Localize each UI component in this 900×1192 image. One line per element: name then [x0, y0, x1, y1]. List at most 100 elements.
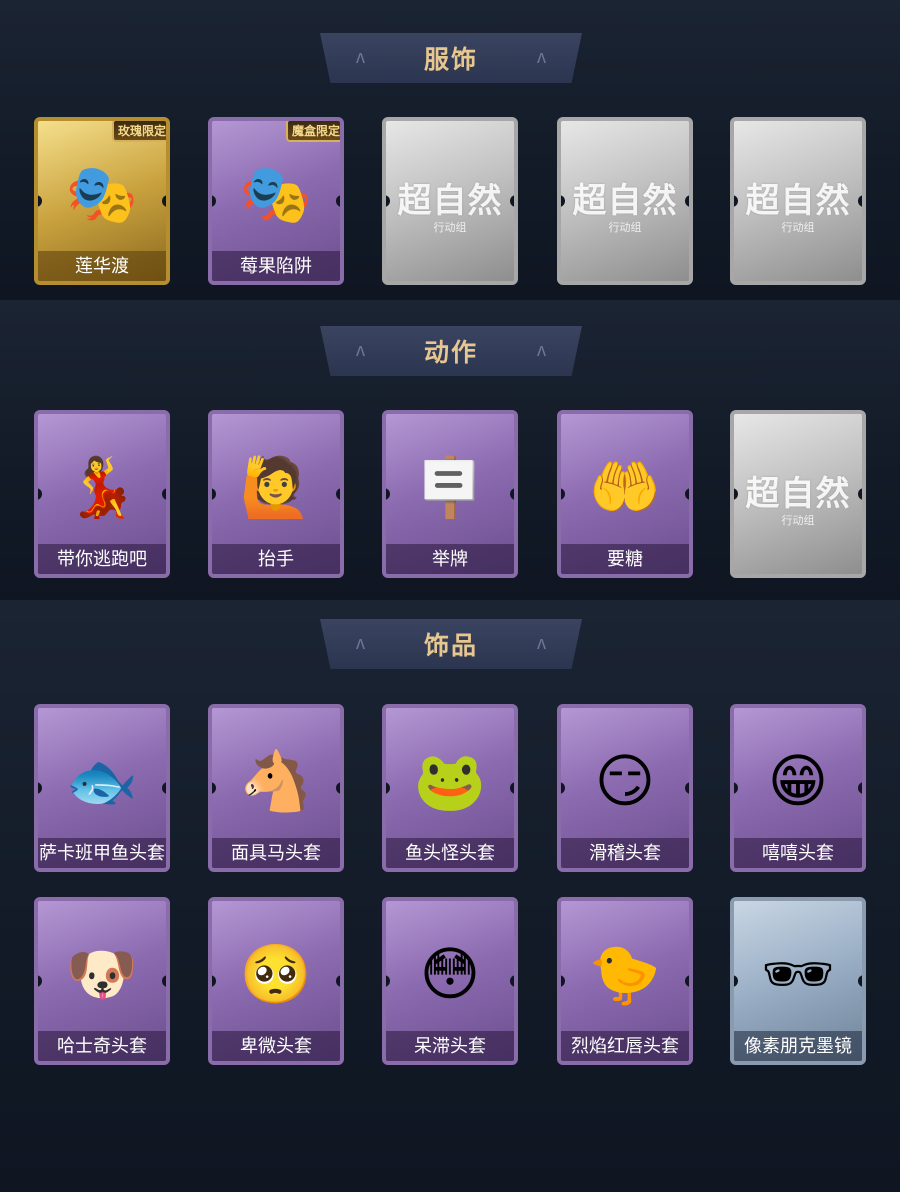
item-card[interactable]: 🐟 萨卡班甲鱼头套: [34, 704, 170, 872]
card-notch: [336, 195, 340, 207]
item-label: 哈士奇头套: [38, 1031, 166, 1061]
item-label: 要糖: [561, 544, 689, 574]
card-notch: [212, 195, 216, 207]
item-card[interactable]: 🪧 举牌: [382, 410, 518, 578]
watermark-text: 超自然: [745, 181, 851, 221]
item-card[interactable]: 🤲 要糖: [557, 410, 693, 578]
card-notch: [858, 975, 862, 987]
card-notch: [336, 782, 340, 794]
item-card[interactable]: 超自然 行动组: [730, 410, 866, 578]
item-card[interactable]: 🐶 哈士奇头套: [34, 897, 170, 1065]
card-notch: [510, 488, 514, 500]
ask-candy-figure-icon: 🤲: [588, 454, 662, 520]
fish-head-icon: 🐟: [65, 748, 139, 814]
watermark-text: 超自然: [572, 181, 678, 221]
card-notch: [336, 488, 340, 500]
ornament-left-icon: ᴧ: [356, 47, 365, 67]
section-title: 动作: [423, 338, 478, 367]
yellow-creature-head-icon: 🐤: [588, 941, 662, 1007]
section-band-accessory: [0, 600, 900, 1192]
card-notch: [685, 488, 689, 500]
card-notch: [38, 195, 42, 207]
costume-portrait-icon: 🎭: [65, 161, 139, 227]
item-card[interactable]: 超自然 行动组: [730, 117, 866, 285]
item-label: 莓果陷阱: [212, 251, 340, 281]
card-notch: [386, 782, 390, 794]
raise-hand-figure-icon: 🙋: [239, 454, 313, 520]
item-card[interactable]: 🐴 面具马头套: [208, 704, 344, 872]
card-notch: [734, 782, 738, 794]
card-notch: [561, 488, 565, 500]
ornament-left-icon: ᴧ: [356, 633, 365, 653]
dazed-face-icon: 😳: [419, 941, 481, 1007]
card-notch: [336, 975, 340, 987]
limited-badge: 玫瑰限定: [111, 121, 166, 142]
section-header-accessory: ᴧ 饰品 ᴧ: [320, 619, 582, 669]
limited-badge: 魔盒限定: [285, 121, 340, 142]
husky-head-icon: 🐶: [65, 941, 139, 1007]
section-title: 服饰: [423, 45, 478, 74]
card-notch: [212, 782, 216, 794]
section-title: 饰品: [423, 631, 478, 660]
item-label: 鱼头怪头套: [386, 838, 514, 868]
watermark-text: 超自然: [745, 474, 851, 514]
card-notch: [561, 975, 565, 987]
card-notch: [162, 488, 166, 500]
watermark-text: 超自然: [397, 181, 503, 221]
item-label: 举牌: [386, 544, 514, 574]
item-label: 卑微头套: [212, 1031, 340, 1061]
card-notch: [561, 782, 565, 794]
item-card[interactable]: 🎭 魔盒限定莓果陷阱: [208, 117, 344, 285]
card-notch: [386, 975, 390, 987]
watermark-subtext: 行动组: [433, 222, 467, 234]
card-notch: [858, 782, 862, 794]
grin-face-icon: 😁: [767, 748, 829, 814]
item-label: 莲华渡: [38, 251, 166, 281]
item-card[interactable]: 超自然 行动组: [557, 117, 693, 285]
item-card[interactable]: 🎭 玫瑰限定莲华渡: [34, 117, 170, 285]
item-card[interactable]: 超自然 行动组: [382, 117, 518, 285]
card-notch: [510, 782, 514, 794]
card-notch: [38, 488, 42, 500]
fish-monster-head-icon: 🐸: [413, 748, 487, 814]
item-card[interactable]: 🥺 卑微头套: [208, 897, 344, 1065]
horse-head-icon: 🐴: [239, 748, 313, 814]
item-card[interactable]: 🐸 鱼头怪头套: [382, 704, 518, 872]
item-label: 面具马头套: [212, 838, 340, 868]
card-notch: [685, 782, 689, 794]
section-header-action: ᴧ 动作 ᴧ: [320, 326, 582, 376]
item-label: 萨卡班甲鱼头套: [38, 838, 166, 868]
item-label: 带你逃跑吧: [38, 544, 166, 574]
item-card[interactable]: 🕶 像素朋克墨镜: [730, 897, 866, 1065]
item-card[interactable]: 😏 滑稽头套: [557, 704, 693, 872]
ornament-right-icon: ᴧ: [537, 340, 546, 360]
costume-portrait-icon: 🎭: [239, 161, 313, 227]
item-card[interactable]: 😁 嘻嘻头套: [730, 704, 866, 872]
card-notch: [386, 488, 390, 500]
item-card[interactable]: 🐤 烈焰红唇头套: [557, 897, 693, 1065]
item-card[interactable]: 💃 带你逃跑吧: [34, 410, 170, 578]
item-card[interactable]: 🙋 抬手: [208, 410, 344, 578]
smirk-face-icon: 😏: [594, 748, 656, 814]
dance-figure-icon: 💃: [65, 454, 139, 520]
card-notch: [734, 975, 738, 987]
item-label: 嘻嘻头套: [734, 838, 862, 868]
ornament-left-icon: ᴧ: [356, 340, 365, 360]
card-notch: [510, 975, 514, 987]
item-label: 抬手: [212, 544, 340, 574]
card-notch: [162, 975, 166, 987]
ornament-right-icon: ᴧ: [537, 633, 546, 653]
item-label: 烈焰红唇头套: [561, 1031, 689, 1061]
pixel-sunglasses-icon: 🕶: [761, 941, 835, 1007]
item-card[interactable]: 😳 呆滞头套: [382, 897, 518, 1065]
watermark-subtext: 行动组: [781, 222, 815, 234]
card-notch: [212, 975, 216, 987]
section-header-costume: ᴧ 服饰 ᴧ: [320, 33, 582, 83]
ornament-right-icon: ᴧ: [537, 47, 546, 67]
card-notch: [38, 782, 42, 794]
item-label: 像素朋克墨镜: [734, 1031, 862, 1061]
item-label: 滑稽头套: [561, 838, 689, 868]
card-notch: [212, 488, 216, 500]
card-notch: [685, 975, 689, 987]
timid-face-icon: 🥺: [239, 941, 313, 1007]
